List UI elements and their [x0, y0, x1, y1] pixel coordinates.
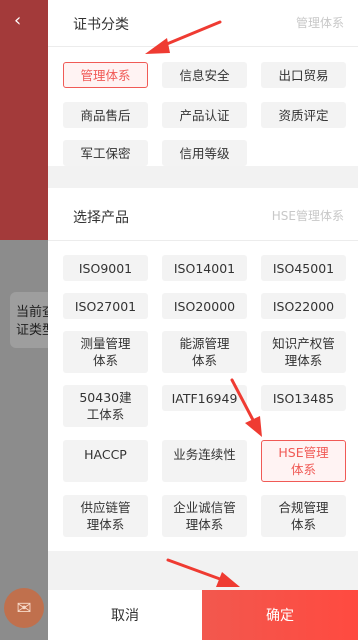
filter-drawer: 证书分类 管理体系 管理体系 信息安全 出口贸易 商品售后 产品认证 资质评定 … — [48, 0, 358, 640]
cert-category-section: 证书分类 管理体系 管理体系 信息安全 出口贸易 商品售后 产品认证 资质评定 … — [48, 0, 358, 166]
confirm-button[interactable]: 确定 — [202, 590, 358, 640]
cert-tag[interactable]: 信用等级 — [162, 140, 247, 166]
product-tag[interactable]: ISO20000 — [162, 293, 247, 319]
product-tag[interactable]: ISO13485 — [261, 385, 346, 411]
product-tag[interactable]: 测量管理体系 — [63, 331, 148, 373]
product-current: HSE管理体系 — [271, 209, 344, 223]
app-logo-icon: ✉ — [4, 588, 44, 628]
cert-category-current: 管理体系 — [295, 16, 344, 30]
product-tag[interactable]: 业务连续性 — [162, 440, 247, 482]
product-tag[interactable]: IATF16949 — [162, 385, 247, 411]
divider — [48, 240, 358, 241]
product-tag[interactable]: 合规管理体系 — [261, 495, 346, 537]
product-tag[interactable]: 能源管理体系 — [162, 331, 247, 373]
background-header: ‹ — [0, 0, 48, 240]
product-tag-selected[interactable]: HSE管理体系 — [261, 440, 346, 482]
cert-tag[interactable]: 商品售后 — [63, 102, 148, 128]
background-card-line2: 证类型 — [16, 323, 48, 338]
background-card-line1: 当前查 — [16, 305, 48, 320]
divider — [48, 46, 358, 47]
cert-tag[interactable]: 资质评定 — [261, 102, 346, 128]
cert-tag[interactable]: 军工保密 — [63, 140, 148, 166]
back-icon[interactable]: ‹ — [14, 10, 21, 31]
product-tag[interactable]: ISO14001 — [162, 255, 247, 281]
cert-category-title: 证书分类 — [73, 17, 129, 33]
product-tag[interactable]: 知识产权管理体系 — [261, 331, 346, 373]
cancel-button[interactable]: 取消 — [48, 590, 202, 640]
cert-tag[interactable]: 信息安全 — [162, 62, 247, 88]
product-title: 选择产品 — [73, 210, 129, 226]
cert-tag[interactable]: 产品认证 — [162, 102, 247, 128]
product-tag[interactable]: ISO9001 — [63, 255, 148, 281]
background-card: 当前查 证类型 — [10, 292, 48, 348]
product-tag[interactable]: 50430建工体系 — [63, 385, 148, 427]
cert-tag[interactable]: 出口贸易 — [261, 62, 346, 88]
product-tag[interactable]: 企业诚信管理体系 — [162, 495, 247, 537]
product-section: 选择产品 HSE管理体系 ISO9001 ISO14001 ISO45001 I… — [48, 188, 358, 551]
product-tag[interactable]: 供应链管理体系 — [63, 495, 148, 537]
product-tag[interactable]: HACCP — [63, 440, 148, 482]
product-tag[interactable]: ISO22000 — [261, 293, 346, 319]
cert-tag[interactable]: 管理体系 — [63, 62, 148, 88]
product-tag[interactable]: ISO45001 — [261, 255, 346, 281]
product-tag[interactable]: ISO27001 — [63, 293, 148, 319]
